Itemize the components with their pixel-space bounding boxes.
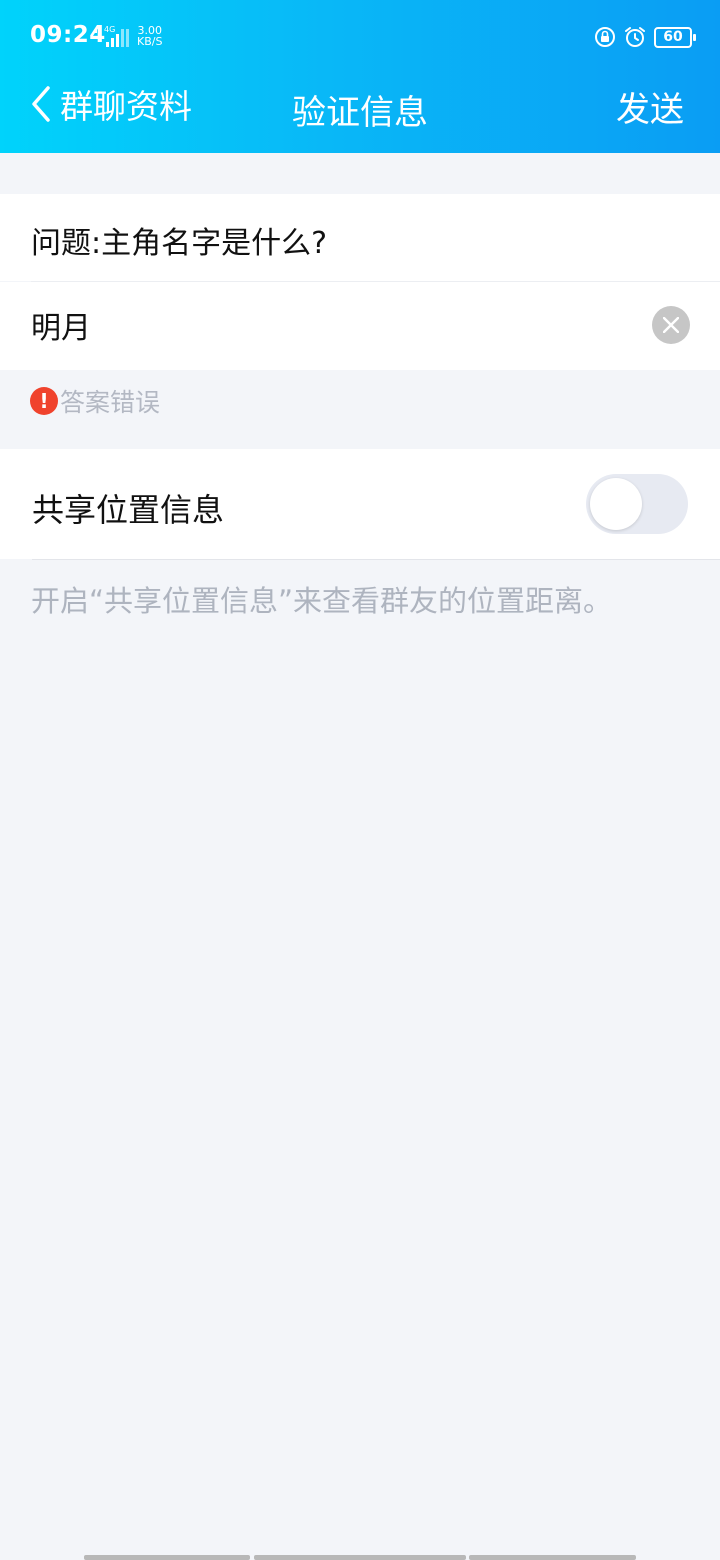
question-text: 问题:主角名字是什么? xyxy=(31,226,328,261)
divider xyxy=(32,559,720,560)
nav-gesture-bar-center xyxy=(254,1555,466,1560)
navigation-bar: 群聊资料 验证信息 发送 xyxy=(0,70,720,153)
error-icon: ! xyxy=(30,387,58,415)
send-button[interactable]: 发送 xyxy=(616,82,684,131)
error-message: ! 答案错误 xyxy=(30,386,161,417)
share-location-hint: 开启“共享位置信息”来查看群友的位置距离。 xyxy=(31,584,613,618)
share-location-label: 共享位置信息 xyxy=(32,491,225,529)
battery-icon: 60 xyxy=(654,26,696,48)
share-location-toggle[interactable] xyxy=(586,474,688,534)
page-title: 验证信息 xyxy=(292,93,428,133)
error-text: 答案错误 xyxy=(60,388,161,417)
question-row: 问题:主角名字是什么? xyxy=(0,194,720,281)
toggle-knob xyxy=(590,478,642,530)
answer-input[interactable] xyxy=(31,304,611,346)
status-bar: 09:24 4G 3.00 KB/S 60 xyxy=(0,0,720,70)
network-type: 4G xyxy=(104,25,115,34)
close-icon xyxy=(663,317,679,333)
alarm-icon xyxy=(625,27,645,47)
nav-gesture-bar-left xyxy=(84,1555,250,1560)
signal-icon: 4G xyxy=(95,25,129,47)
answer-row xyxy=(0,282,720,370)
header: 09:24 4G 3.00 KB/S 60 群聊资料 验证信息 发送 xyxy=(0,0,720,153)
clear-input-button[interactable] xyxy=(652,306,690,344)
rotation-lock-icon xyxy=(595,27,615,47)
network-speed: 3.00 KB/S xyxy=(137,24,163,48)
nav-gesture-bar-right xyxy=(469,1555,636,1560)
status-icons: 60 xyxy=(594,24,696,50)
